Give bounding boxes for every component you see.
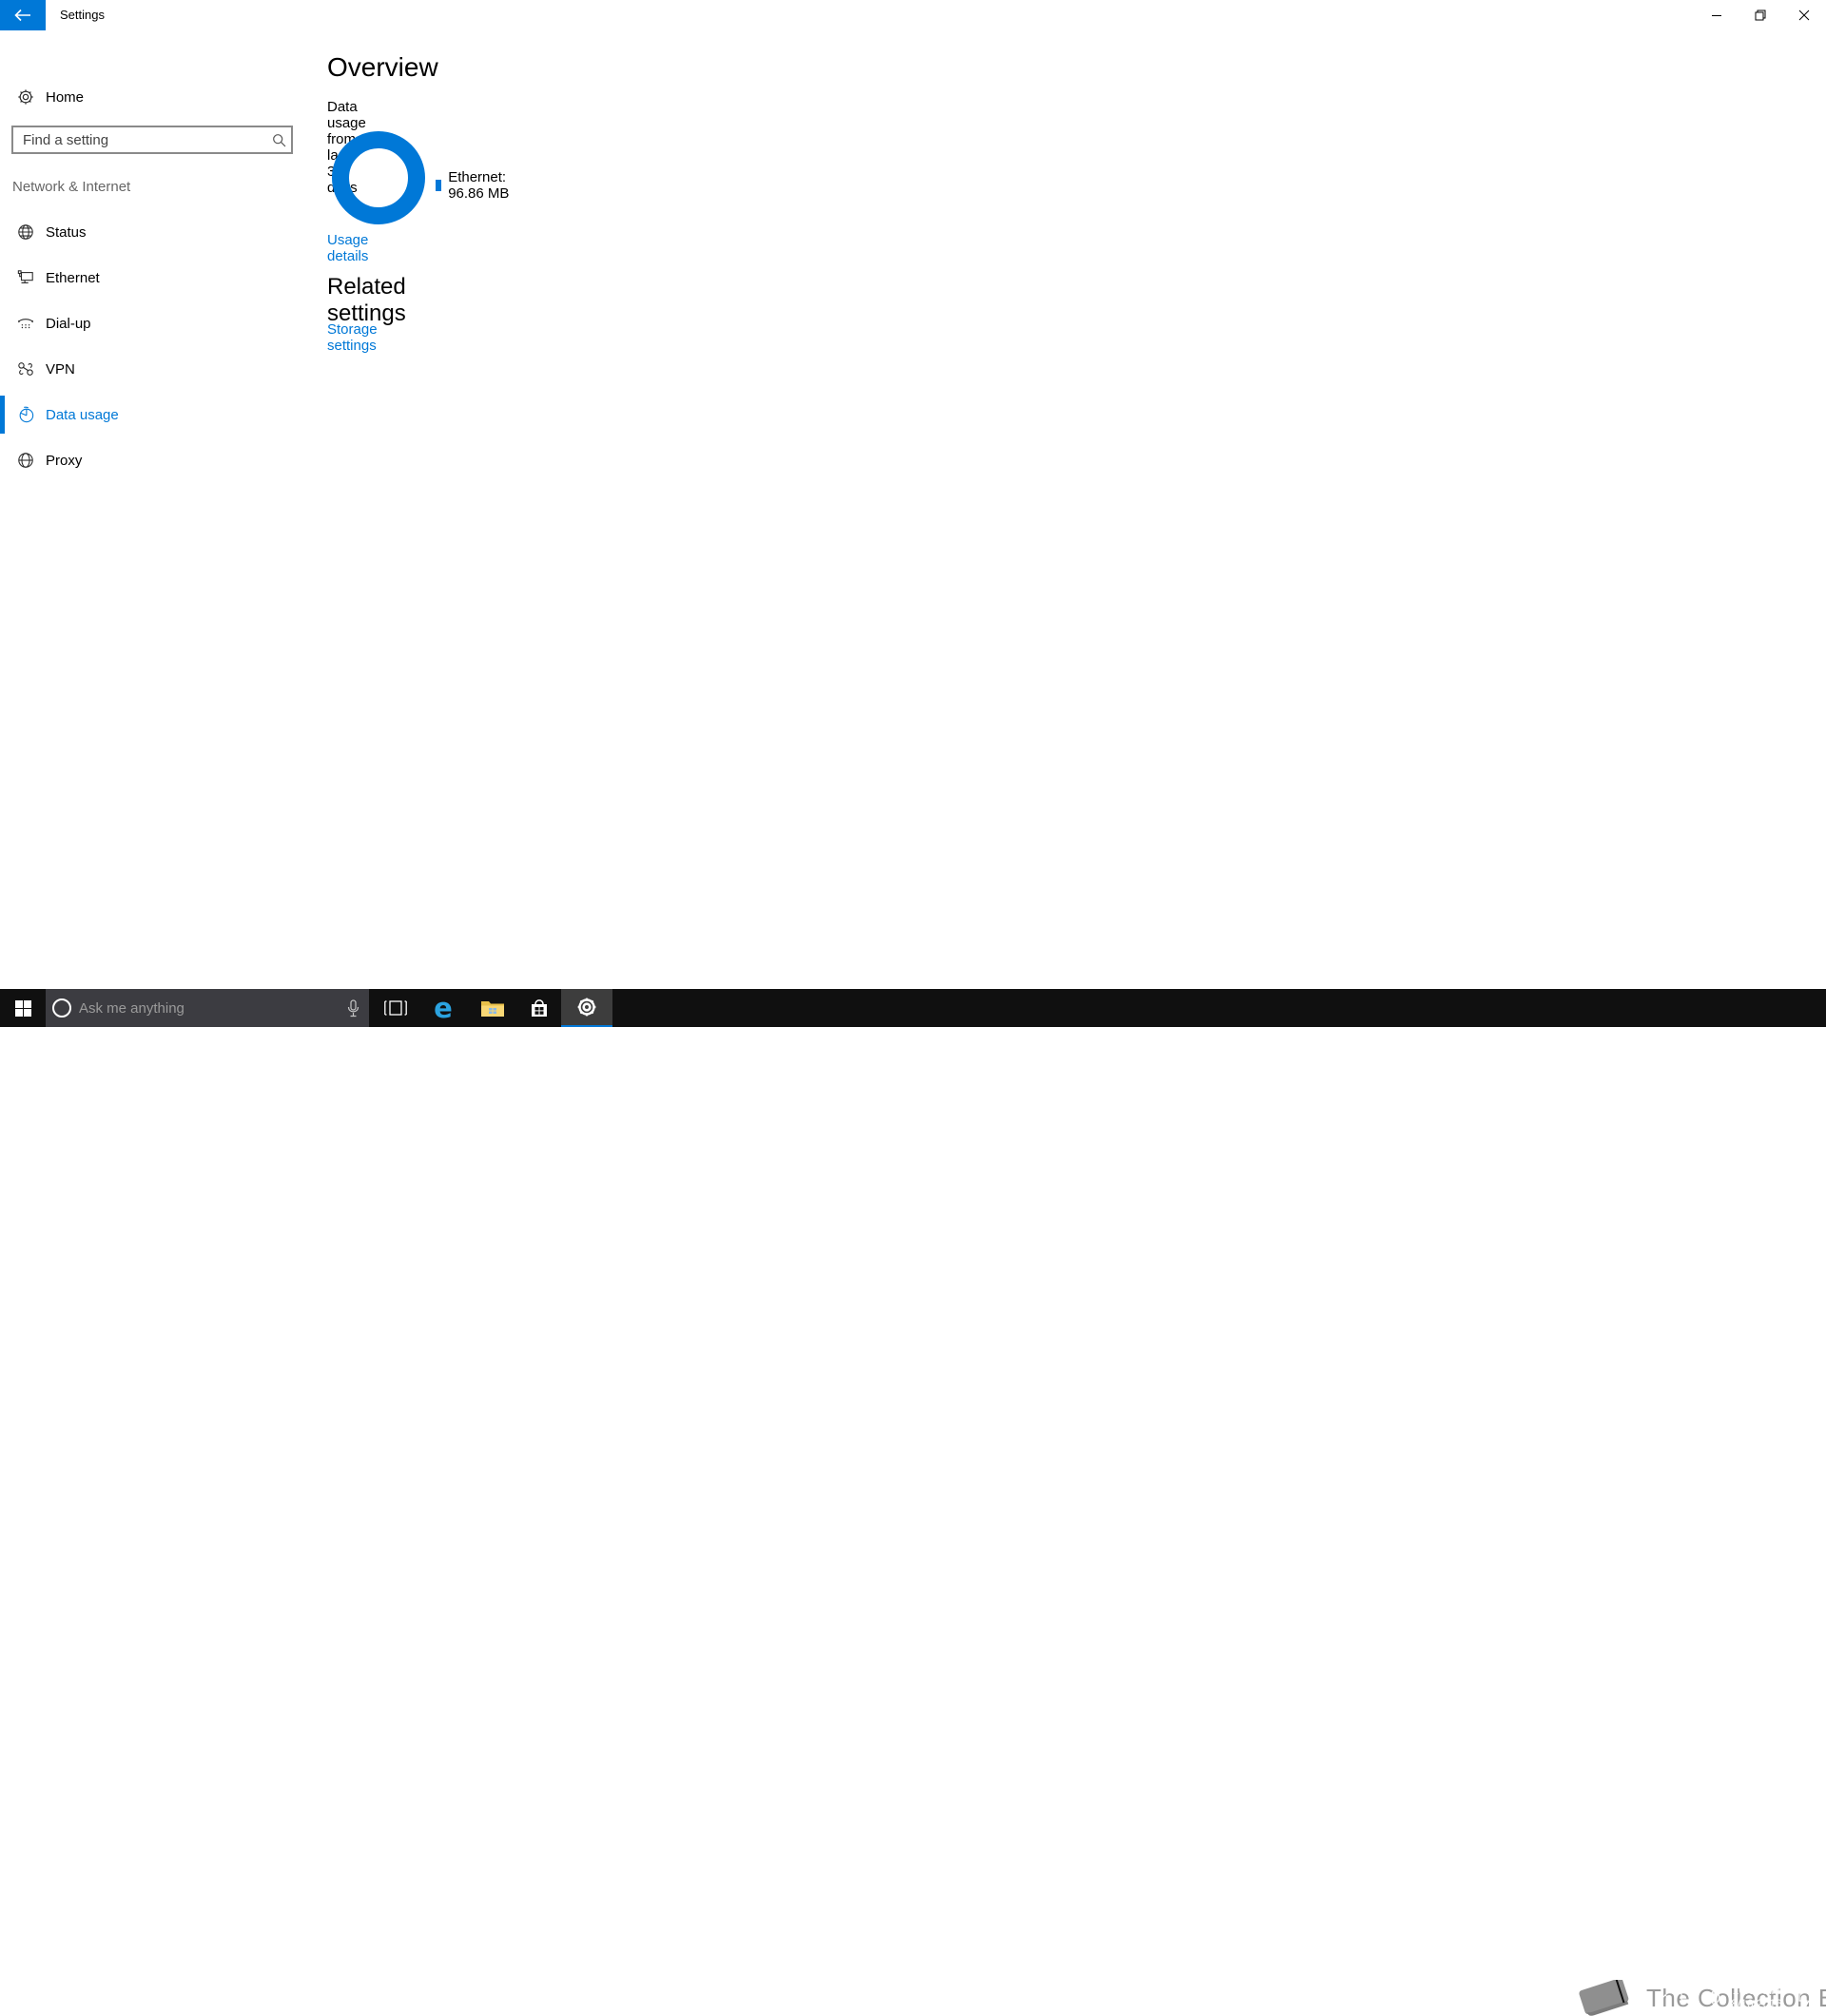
related-settings-heading: Related settings: [327, 274, 406, 327]
storage-settings-link[interactable]: Storage settings: [327, 321, 378, 354]
taskbar-search-placeholder: Ask me anything: [79, 1000, 337, 1017]
action-center-icon[interactable]: [1788, 1978, 1826, 2016]
vpn-icon: [16, 359, 35, 378]
sidebar-item-label: VPN: [46, 361, 75, 378]
title-bar: Settings: [0, 0, 1826, 30]
pie-chart-icon: [16, 405, 35, 424]
file-explorer-button[interactable]: [468, 989, 517, 1027]
store-button[interactable]: [517, 989, 561, 1027]
settings-gear-icon: [576, 997, 597, 1018]
settings-sidebar: Home Network & Internet Status Ethernet: [0, 30, 304, 989]
sidebar-item-label: Home: [46, 89, 84, 106]
cortana-search-box[interactable]: Ask me anything: [46, 989, 369, 1027]
page-title: Overview: [327, 52, 438, 83]
close-icon: [1798, 10, 1810, 21]
sidebar-item-proxy[interactable]: Proxy: [0, 439, 304, 481]
tray-volume-icon[interactable]: [1700, 1978, 1725, 2016]
tray-time: 10:03 AM: [1725, 1984, 1788, 1997]
edge-icon: e: [434, 995, 453, 1022]
tray-network-icon[interactable]: [1676, 1978, 1700, 2016]
globe-icon: [16, 223, 35, 242]
window-title: Settings: [60, 8, 105, 22]
dialup-phone-icon: [16, 314, 35, 333]
cortana-icon: [52, 998, 71, 1018]
legend-label: Ethernet: 96.86 MB: [448, 169, 512, 202]
sidebar-item-data-usage[interactable]: Data usage: [0, 394, 304, 436]
close-button[interactable]: [1782, 0, 1826, 30]
tray-date: 8/10/2016: [1725, 1997, 1788, 2010]
sidebar-item-dialup[interactable]: Dial-up: [0, 302, 304, 344]
sidebar-item-vpn[interactable]: VPN: [0, 348, 304, 390]
sidebar-item-status[interactable]: Status: [0, 211, 304, 253]
gear-icon: [16, 87, 35, 107]
minimize-icon: [1711, 10, 1722, 21]
sidebar-item-label: Ethernet: [46, 270, 100, 286]
tray-clock[interactable]: 10:03 AM 8/10/2016: [1725, 1984, 1788, 2010]
sidebar-item-ethernet[interactable]: Ethernet: [0, 257, 304, 299]
task-view-button[interactable]: [373, 989, 418, 1027]
back-button[interactable]: [0, 0, 46, 30]
sidebar-item-label: Status: [46, 224, 87, 241]
microphone-icon[interactable]: [337, 989, 369, 1027]
system-tray: 10:03 AM 8/10/2016: [1655, 1978, 1826, 2016]
minimize-button[interactable]: [1695, 0, 1739, 30]
windows-logo-icon: [15, 1000, 31, 1017]
book-logo-icon: [1574, 1980, 1635, 2016]
restore-icon: [1755, 10, 1766, 21]
chart-legend: Ethernet: 96.86 MB: [436, 169, 512, 202]
data-usage-donut-chart: [332, 131, 425, 224]
ethernet-icon: [16, 268, 35, 287]
search-icon[interactable]: [266, 133, 291, 147]
sidebar-item-label: Data usage: [46, 407, 119, 423]
start-button[interactable]: [0, 989, 46, 1027]
file-explorer-icon: [480, 998, 505, 1018]
usage-details-link[interactable]: Usage details: [327, 232, 368, 264]
tray-chevron-up-icon[interactable]: [1655, 1978, 1676, 2016]
back-arrow-icon: [14, 9, 31, 22]
search-input[interactable]: [13, 132, 266, 148]
store-icon: [529, 998, 550, 1018]
restore-button[interactable]: [1739, 0, 1782, 30]
sidebar-item-home[interactable]: Home: [0, 76, 304, 118]
sidebar-item-label: Dial-up: [46, 316, 91, 332]
sidebar-item-label: Proxy: [46, 453, 82, 469]
task-view-icon: [384, 999, 407, 1017]
legend-swatch: [436, 180, 441, 191]
taskbar: Ask me anything e: [0, 989, 1826, 1027]
settings-search-box[interactable]: [11, 126, 293, 154]
sidebar-section-label: Network & Internet: [12, 179, 130, 195]
proxy-globe-icon: [16, 451, 35, 470]
edge-browser-button[interactable]: e: [418, 989, 468, 1027]
settings-app-button[interactable]: [561, 989, 612, 1027]
